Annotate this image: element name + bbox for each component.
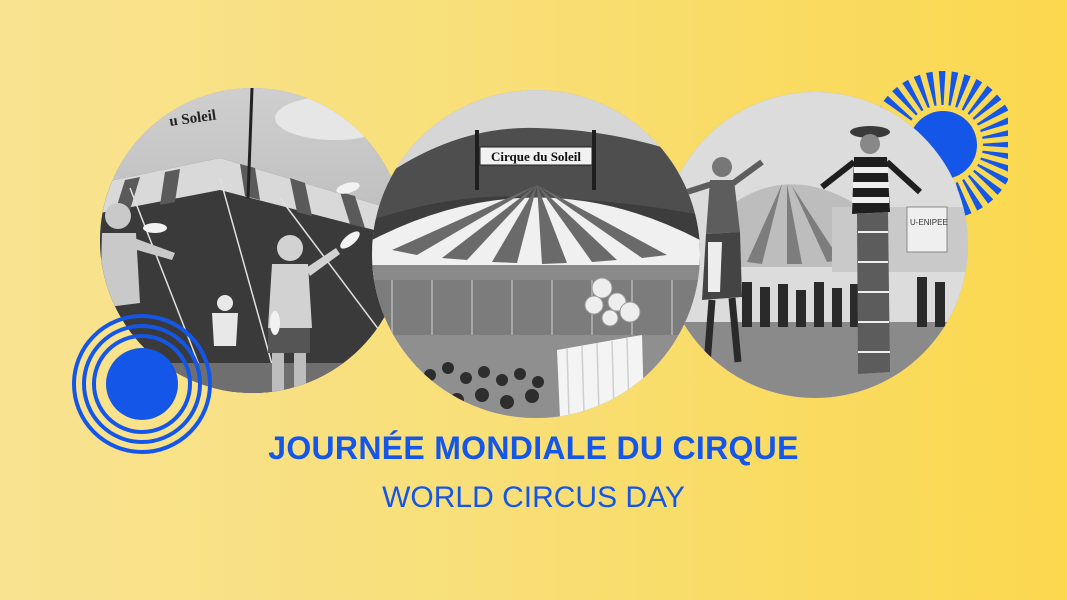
sun-ray [892, 86, 918, 116]
sun-ray [938, 71, 946, 106]
tent-sign-middle: Cirque du Soleil [491, 149, 581, 164]
sun-ray [982, 141, 1017, 148]
big-top-photo: Cirque du Soleil [372, 90, 700, 418]
concentric-arc-icon [70, 312, 215, 457]
poster: u Soleil Cirque du Soleil U-ENIPEE JOURN… [0, 0, 1067, 600]
stilt-walker-photo: U-ENIPEE [662, 92, 968, 398]
tent-sign-right: U-ENIPEE [910, 218, 948, 227]
heading-english: WORLD CIRCUS DAY [382, 481, 685, 514]
sun-ray [980, 116, 1014, 133]
sun-ray [948, 71, 959, 106]
sun-ray [980, 157, 1014, 174]
